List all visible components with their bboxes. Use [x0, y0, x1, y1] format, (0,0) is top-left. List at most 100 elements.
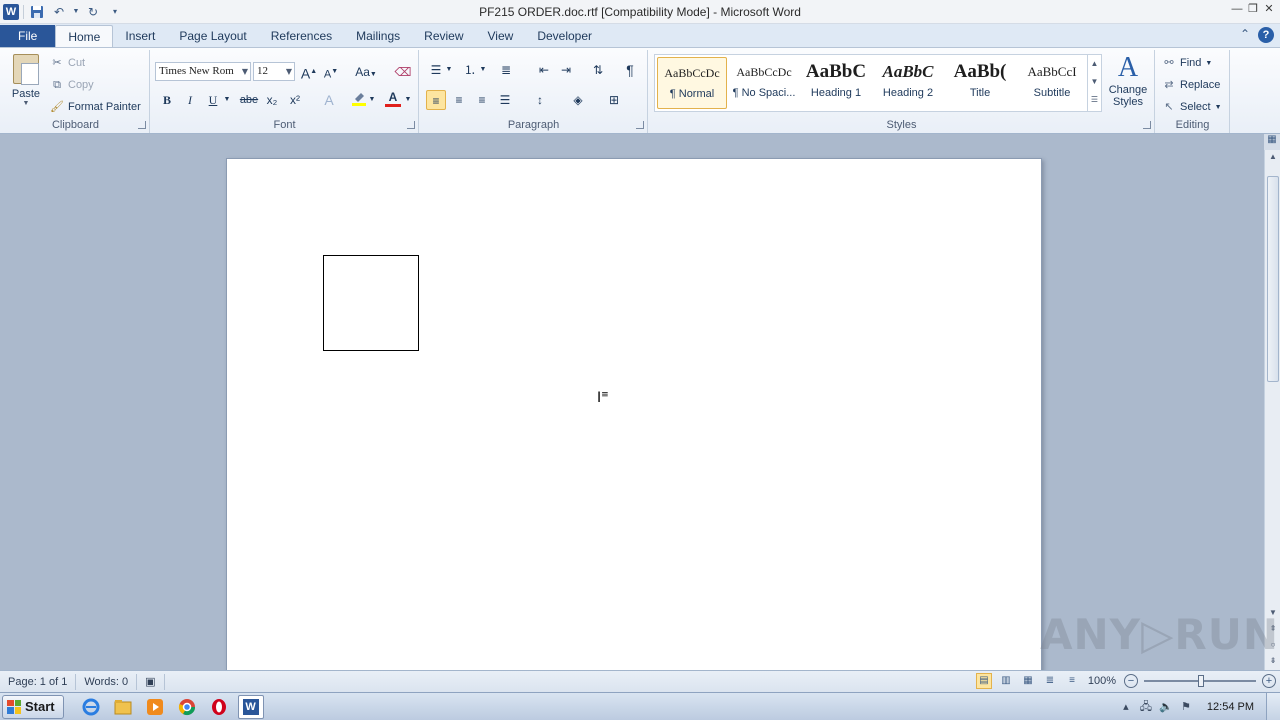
save-icon[interactable] — [28, 3, 46, 21]
shrink-font-button[interactable]: A▼ — [321, 62, 341, 82]
tab-page-layout[interactable]: Page Layout — [167, 25, 258, 47]
zoom-slider-thumb[interactable] — [1198, 675, 1204, 687]
text-effects-button[interactable]: A — [319, 90, 339, 110]
scroll-down-icon[interactable]: ▼ — [1088, 73, 1101, 91]
bold-button[interactable]: B — [157, 90, 177, 110]
borders-icon[interactable]: ⊞ — [604, 90, 624, 110]
full-screen-reading-icon[interactable]: ▥ — [998, 673, 1014, 689]
document-page[interactable]: I≡ — [226, 158, 1042, 670]
copy-button[interactable]: ⧉ Copy — [50, 78, 94, 92]
clipboard-dialog-launcher[interactable] — [138, 121, 146, 129]
style-normal[interactable]: AaBbCcDc ¶ Normal — [657, 57, 727, 109]
undo-icon[interactable]: ↶ — [50, 3, 68, 21]
multilevel-list-icon[interactable]: ≣ — [496, 60, 516, 80]
zoom-in-icon[interactable]: + — [1262, 674, 1276, 688]
highlight-color-button[interactable] — [349, 90, 369, 110]
select-button[interactable]: ↖ Select ▼ — [1162, 100, 1221, 114]
empty-text-box[interactable] — [323, 255, 419, 351]
more-styles-icon[interactable]: ☰ — [1088, 91, 1101, 109]
numbering-dropdown-icon[interactable]: ▼ — [478, 60, 488, 80]
paragraph-dialog-launcher[interactable] — [636, 121, 644, 129]
superscript-button[interactable]: x² — [285, 90, 305, 110]
tab-view[interactable]: View — [476, 25, 526, 47]
file-explorer-icon[interactable] — [110, 695, 136, 719]
scrollbar-thumb[interactable] — [1267, 176, 1279, 382]
zoom-slider[interactable] — [1144, 675, 1256, 687]
align-left-icon[interactable]: ≡ — [426, 90, 446, 110]
align-center-icon[interactable]: ≡ — [449, 90, 469, 110]
minimize-icon[interactable]: — — [1230, 2, 1244, 16]
start-button[interactable]: Start — [2, 694, 64, 719]
decrease-indent-icon[interactable]: ⇤ — [534, 60, 554, 80]
strikethrough-button[interactable]: abe — [239, 90, 259, 110]
style-heading-2[interactable]: AaBbC Heading 2 — [873, 57, 943, 109]
close-icon[interactable]: ✕ — [1262, 2, 1276, 16]
show-marks-button[interactable]: ¶ — [620, 60, 640, 80]
highlight-dropdown-icon[interactable]: ▼ — [367, 90, 377, 110]
underline-dropdown-icon[interactable]: ▼ — [222, 90, 232, 110]
zoom-level[interactable]: 100% — [1086, 675, 1118, 687]
print-layout-icon[interactable]: ▤ — [976, 673, 992, 689]
styles-dialog-launcher[interactable] — [1143, 121, 1151, 129]
opera-icon[interactable] — [206, 695, 232, 719]
chrome-icon[interactable] — [174, 695, 200, 719]
zoom-out-icon[interactable]: − — [1124, 674, 1138, 688]
undo-dropdown-icon[interactable]: ▼ — [72, 3, 80, 21]
style-no-spacing[interactable]: AaBbCcDc ¶ No Spaci... — [729, 57, 799, 109]
help-icon[interactable]: ? — [1258, 27, 1274, 43]
line-spacing-icon[interactable]: ↕ — [530, 90, 550, 110]
numbering-icon[interactable]: ⒈ — [460, 60, 480, 80]
replace-button[interactable]: ⇄ Replace — [1162, 78, 1220, 92]
internet-explorer-icon[interactable] — [78, 695, 104, 719]
view-ruler-icon[interactable]: ▦ — [1264, 134, 1280, 150]
change-case-button[interactable]: Aa▼ — [353, 62, 379, 82]
align-right-icon[interactable]: ≡ — [472, 90, 492, 110]
volume-icon[interactable]: 🔈 — [1159, 700, 1173, 714]
proofing-icon[interactable]: ▣ — [137, 673, 165, 690]
justify-icon[interactable]: ☰ — [495, 90, 515, 110]
vertical-scrollbar[interactable]: ▲ ▼ ⇞ ○ ⇟ — [1264, 150, 1280, 670]
font-size-combo[interactable]: 12 ▼ — [253, 62, 295, 81]
network-icon[interactable]: 🖧 — [1139, 700, 1153, 714]
draft-icon[interactable]: ≡ — [1064, 673, 1080, 689]
tab-mailings[interactable]: Mailings — [344, 25, 412, 47]
document-area[interactable]: I≡ — [0, 134, 1264, 670]
clear-formatting-icon[interactable]: ⌫ — [393, 62, 413, 82]
customize-qat-icon[interactable]: ▾ — [106, 3, 124, 21]
bullets-icon[interactable]: ☰ — [426, 60, 446, 80]
scroll-up-icon[interactable]: ▲ — [1265, 152, 1280, 161]
show-desktop-button[interactable] — [1266, 693, 1280, 720]
underline-button[interactable]: U — [203, 90, 223, 110]
word-app-icon[interactable]: W — [3, 3, 19, 20]
paste-button[interactable]: Paste ▼ — [8, 54, 44, 116]
action-center-flag-icon[interactable]: ⚑ — [1179, 700, 1193, 714]
style-subtitle[interactable]: AaBbCcI Subtitle — [1017, 57, 1087, 109]
tab-insert[interactable]: Insert — [113, 25, 167, 47]
italic-button[interactable]: I — [180, 90, 200, 110]
styles-gallery-scroll[interactable]: ▲ ▼ ☰ — [1087, 55, 1101, 111]
show-hidden-icons-icon[interactable]: ▴ — [1119, 700, 1133, 714]
increase-indent-icon[interactable]: ⇥ — [556, 60, 576, 80]
shading-icon[interactable]: ◈ — [568, 90, 588, 110]
style-heading-1[interactable]: AaBbC Heading 1 — [801, 57, 871, 109]
tab-file[interactable]: File — [0, 25, 56, 47]
word-count[interactable]: Words: 0 — [76, 673, 138, 690]
clock[interactable]: 12:54 PM — [1207, 701, 1254, 713]
style-title[interactable]: AaBb( Title — [945, 57, 1015, 109]
tab-developer[interactable]: Developer — [525, 25, 604, 47]
tab-review[interactable]: Review — [412, 25, 475, 47]
format-painter-button[interactable]: 🖌 Format Painter — [50, 100, 141, 114]
sort-icon[interactable]: ⇅ — [588, 60, 608, 80]
word-taskbar-icon[interactable]: W — [237, 694, 264, 719]
font-color-dropdown-icon[interactable]: ▼ — [403, 90, 413, 110]
subscript-button[interactable]: x₂ — [262, 90, 282, 110]
page-count[interactable]: Page: 1 of 1 — [0, 673, 77, 690]
media-player-icon[interactable] — [142, 695, 168, 719]
outline-icon[interactable]: ≣ — [1042, 673, 1058, 689]
font-family-combo[interactable]: Times New Rom ▼ — [155, 62, 251, 81]
web-layout-icon[interactable]: ▦ — [1020, 673, 1036, 689]
scroll-up-icon[interactable]: ▲ — [1088, 55, 1101, 73]
tab-references[interactable]: References — [259, 25, 344, 47]
cut-button[interactable]: ✂ Cut — [50, 56, 85, 70]
bullets-dropdown-icon[interactable]: ▼ — [444, 60, 454, 80]
